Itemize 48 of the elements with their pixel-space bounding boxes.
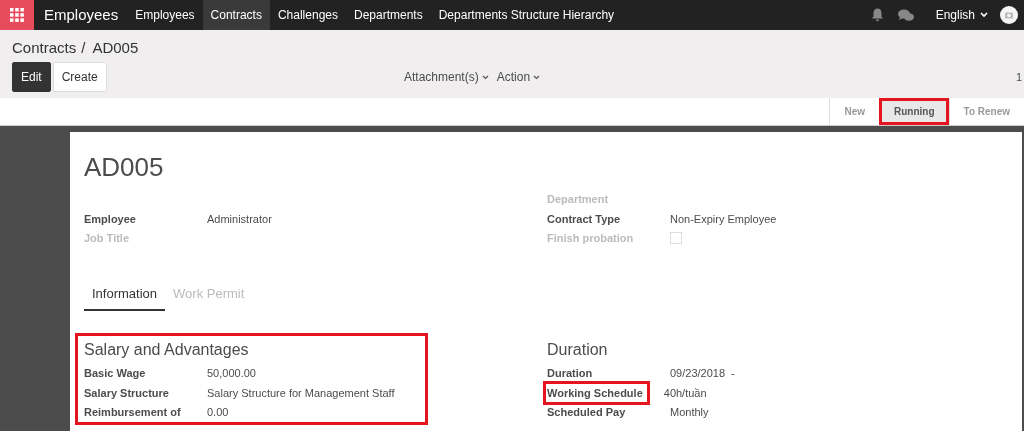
field-label: Reimbursement of — [84, 405, 182, 421]
field-label: Scheduled Pay — [547, 405, 627, 421]
app-title: Employees — [43, 4, 120, 25]
section-title: Salary and Advantages — [84, 339, 250, 359]
field-label: Job Title — [84, 231, 131, 246]
menu-item[interactable]: Departments Structure Hierarchy — [430, 0, 623, 30]
dropdown-toggle[interactable]: Attachment(s) — [400, 68, 493, 86]
field-value: 50,000.00 — [207, 366, 256, 382]
apps-menu-button[interactable] — [0, 0, 34, 30]
field-label: Department — [547, 192, 610, 207]
caret-icon — [533, 75, 541, 81]
breadcrumb-separator: / — [81, 40, 86, 55]
field-value: 40h/tuần — [663, 385, 707, 401]
field-value: Salary Structure for Management Staff — [207, 385, 395, 401]
date-separator: - — [731, 366, 735, 382]
status-stage[interactable]: Running — [878, 98, 949, 125]
field-label: Finish probation — [547, 231, 635, 246]
menu-item[interactable]: Departments — [346, 0, 431, 30]
avatar-icon[interactable] — [1000, 6, 1018, 24]
dropdown-toggle[interactable]: Action — [492, 68, 545, 86]
field-label: Employee — [84, 211, 137, 227]
caret-icon — [980, 12, 988, 18]
bell-icon[interactable] — [870, 8, 884, 22]
field-value: Non-Expiry Employee — [670, 211, 777, 227]
tab[interactable]: Information — [84, 280, 166, 311]
field-label: Contract Type — [547, 211, 622, 227]
field-value: Monthly — [670, 405, 709, 421]
field-label: Working Schedule — [543, 380, 650, 406]
caret-icon — [481, 75, 489, 81]
chat-icon[interactable] — [897, 8, 914, 22]
menu-item[interactable]: Employees — [127, 0, 203, 30]
language-dropdown[interactable]: English — [927, 0, 996, 30]
field-value: Administrator — [207, 211, 272, 227]
breadcrumb-current: AD005 — [92, 40, 139, 55]
menu-item[interactable]: Contracts — [202, 0, 270, 30]
field-value: 0.00 — [207, 405, 229, 421]
breadcrumb-link[interactable]: Contracts — [12, 40, 77, 55]
section-title: Duration — [547, 339, 609, 359]
field-label: Duration — [547, 366, 594, 382]
create-button[interactable]: Create — [52, 62, 107, 92]
record-title: AD005 — [84, 154, 165, 180]
field-label: Basic Wage — [84, 366, 147, 382]
menu-item[interactable]: Challenges — [269, 0, 346, 30]
edit-button[interactable]: Edit — [12, 62, 51, 92]
pager-value: 1 — [1015, 69, 1022, 85]
grid-icon — [10, 8, 24, 22]
field-label: Salary Structure — [84, 385, 170, 401]
field-value: 09/23/2018 — [670, 366, 726, 382]
